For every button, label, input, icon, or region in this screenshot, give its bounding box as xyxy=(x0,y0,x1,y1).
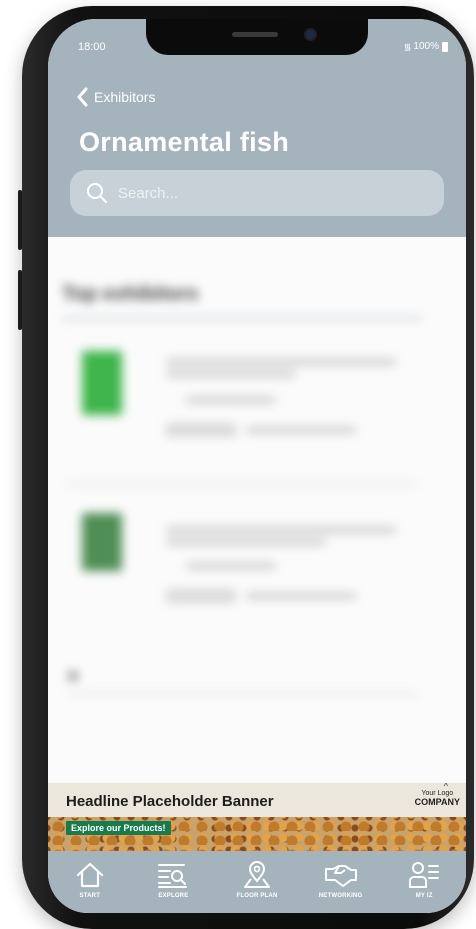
divider xyxy=(68,483,418,485)
profile-menu-icon xyxy=(409,862,440,888)
battery-percent: 100% xyxy=(413,41,439,52)
divider xyxy=(68,693,418,695)
handshake-icon xyxy=(324,865,357,887)
tab-start[interactable]: START xyxy=(48,851,132,913)
exhibitor-card[interactable] xyxy=(76,507,436,617)
phone-side-button xyxy=(18,190,22,250)
divider xyxy=(62,317,422,320)
text-line xyxy=(166,527,396,533)
exhibitor-logo xyxy=(82,351,122,415)
tab-my-iz[interactable]: MY IZ xyxy=(382,851,466,913)
tag xyxy=(166,589,236,603)
banner-logo: Your Logo COMPANY xyxy=(415,789,460,807)
explore-icon xyxy=(158,864,188,888)
tab-explore[interactable]: EXPLORE xyxy=(132,851,216,913)
exhibitor-logo xyxy=(82,513,122,571)
banner-logo-bottom: COMPANY xyxy=(414,797,460,807)
alphabet-index[interactable]: · · · · · · · · · · · · · · · · · · · · · · · · xyxy=(448,255,458,735)
front-camera xyxy=(306,30,315,39)
tag xyxy=(166,423,236,437)
tab-label: MY IZ xyxy=(415,893,433,899)
back-button[interactable]: Exhibitors xyxy=(76,87,155,107)
search-input[interactable] xyxy=(116,183,420,203)
battery-icon xyxy=(442,41,448,52)
status-time: 18:00 xyxy=(78,41,106,53)
phone-screen: 18:00 ᯾ 100% Exhibitors Ornamental fish … xyxy=(48,19,466,913)
text-line xyxy=(166,359,396,365)
search-bar[interactable] xyxy=(70,170,444,216)
text-line xyxy=(68,671,78,681)
tab-label: NETWORKING xyxy=(318,893,363,899)
speaker-grille xyxy=(232,32,278,37)
signal-icon: ᯾ xyxy=(403,42,412,52)
chevron-up-icon[interactable]: ^ xyxy=(444,783,448,791)
status-indicators: ᯾ 100% xyxy=(404,40,448,53)
tab-label: START xyxy=(79,893,101,899)
tab-networking[interactable]: NETWORKING xyxy=(299,851,383,913)
home-icon xyxy=(76,862,103,888)
phone-side-button xyxy=(18,270,22,330)
text-line xyxy=(186,397,276,403)
tab-floor-plan[interactable]: FLOOR PLAN xyxy=(215,851,299,913)
text-line xyxy=(166,371,296,377)
bottom-tab-bar: START EXPLORE FLOOR PLAN NETWORKING MY I… xyxy=(48,851,466,913)
exhibitor-card[interactable] xyxy=(76,345,436,455)
text-line xyxy=(246,593,356,599)
tab-label: FLOOR PLAN xyxy=(236,893,278,899)
text-line xyxy=(166,539,326,545)
chevron-left-icon xyxy=(77,87,88,107)
text-line xyxy=(246,427,356,433)
banner-headline: Headline Placeholder Banner xyxy=(66,793,274,810)
map-pin-icon xyxy=(243,861,270,888)
text-line xyxy=(186,563,276,569)
ad-banner[interactable]: Headline Placeholder Banner Explore our … xyxy=(48,783,466,851)
search-icon xyxy=(87,183,107,203)
blurred-content: Top exhibitors · · · · · · · · · · · · ·… xyxy=(48,237,466,783)
page-title: Ornamental fish xyxy=(79,127,290,157)
tab-label: EXPLORE xyxy=(158,893,189,899)
back-label: Exhibitors xyxy=(94,89,156,105)
phone-notch xyxy=(146,19,368,55)
banner-cta-button[interactable]: Explore our Products! xyxy=(66,821,171,835)
exhibitor-list: Top exhibitors · · · · · · · · · · · · ·… xyxy=(48,237,466,783)
section-title: Top exhibitors xyxy=(62,283,199,305)
